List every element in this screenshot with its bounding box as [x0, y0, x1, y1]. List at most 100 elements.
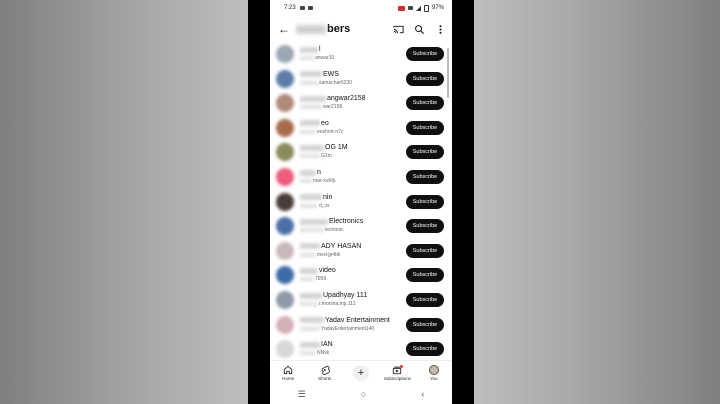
subscriber-handle: 7959: [300, 275, 400, 283]
subscriber-row[interactable]: eo eoshort-n7c Subscribe: [270, 116, 452, 140]
subscriber-name-text: nin: [323, 193, 333, 201]
subscriber-name: ADY HASAN: [300, 242, 400, 251]
subscribe-button[interactable]: Subscribe: [406, 317, 444, 332]
nav-home[interactable]: Home: [272, 365, 304, 381]
subscriber-handle: YadavEntertainment140: [300, 325, 400, 333]
handle-blur: [300, 129, 316, 134]
name-blur: [300, 71, 322, 78]
subscriber-row[interactable]: IAN NNsk Subscribe: [270, 337, 452, 361]
avatar[interactable]: [276, 340, 294, 359]
subscribe-button[interactable]: Subscribe: [406, 194, 444, 209]
subscriber-name-text: angwar2158: [327, 95, 366, 103]
notification-dot: [400, 364, 404, 368]
title-blur: [296, 24, 326, 34]
handle-blur: [300, 203, 318, 208]
subscriber-handle-text: r.monina.mp.111: [319, 301, 356, 307]
nav-create[interactable]: +: [345, 364, 377, 381]
subscribe-button[interactable]: Subscribe: [406, 47, 444, 61]
subscriber-info: n mar-xu6fp: [300, 168, 400, 185]
handle-blur: [300, 56, 314, 60]
subscriber-handle: d_vs: [300, 202, 400, 210]
name-blur: [300, 341, 320, 348]
subscriber-name-text: Upadhyay 111: [323, 292, 368, 299]
subscriber-name-text: Yadav Entertainment: [325, 316, 390, 324]
bottom-navigation: Home Shorts + Subscriptions You: [270, 360, 452, 384]
subscribe-button[interactable]: Subscribe: [406, 342, 444, 357]
subscriber-row[interactable]: EWS samachar6230 Subscribe: [270, 67, 452, 91]
subscriber-name: angwar2158: [300, 94, 400, 103]
subscribe-button[interactable]: Subscribe: [406, 145, 444, 160]
subscriber-name: Yadav Entertainment: [300, 316, 400, 325]
more-vert-icon[interactable]: [435, 24, 446, 35]
subscribe-button[interactable]: Subscribe: [406, 120, 444, 135]
subscriber-row[interactable]: Electronics lectronic Subscribe: [270, 214, 452, 238]
subscriber-name: Electronics: [300, 217, 400, 226]
recents-icon[interactable]: ☰: [298, 389, 306, 400]
subscribe-button[interactable]: Subscribe: [406, 268, 444, 283]
subscriber-info: nin d_vs: [300, 193, 400, 210]
subscriber-row[interactable]: l anwar10 Subscribe: [270, 42, 452, 66]
subscriber-row[interactable]: Yadav Entertainment YadavEntertainment140…: [270, 313, 452, 337]
subscriber-row[interactable]: n mar-xu6fp Subscribe: [270, 165, 452, 189]
subscriber-handle-text: lectronic: [325, 227, 344, 234]
home-circle-icon[interactable]: ○: [361, 389, 366, 399]
nav-subscriptions[interactable]: Subscriptions: [381, 364, 413, 381]
subscriber-row[interactable]: video 7959 Subscribe: [270, 263, 452, 287]
search-icon[interactable]: [414, 24, 425, 35]
avatar[interactable]: [276, 217, 294, 236]
subscriber-handle-text: NNsk: [317, 350, 330, 357]
subscriber-row[interactable]: ADY HASAN med-jp4bk Subscribe: [270, 239, 452, 263]
handle-blur: [300, 80, 318, 85]
subscriber-handle-text: G1m: [321, 153, 332, 160]
subscriber-name: l: [300, 45, 400, 54]
name-blur: [300, 46, 318, 53]
subscriber-info: Yadav Entertainment YadavEntertainment140: [300, 316, 400, 333]
avatar[interactable]: [276, 45, 294, 63]
name-blur: [300, 317, 324, 324]
subscriber-row[interactable]: Upadhyay 111 r.monina.mp.111 Subscribe: [270, 288, 452, 312]
avatar[interactable]: [276, 143, 294, 162]
cast-icon[interactable]: [393, 24, 404, 35]
subscribe-button[interactable]: Subscribe: [406, 293, 444, 307]
subscribe-button[interactable]: Subscribe: [406, 71, 444, 86]
system-back-icon[interactable]: ‹: [421, 389, 424, 399]
avatar[interactable]: [276, 69, 294, 88]
subscriber-name-text: OG 1M: [325, 144, 348, 152]
avatar[interactable]: [276, 241, 294, 260]
avatar[interactable]: [276, 266, 294, 285]
app-bar-actions: [393, 24, 446, 35]
avatar[interactable]: [276, 118, 294, 137]
subscriber-handle: med-jp4bk: [300, 251, 400, 259]
handle-blur: [300, 154, 320, 159]
subscriber-name-text: n: [317, 169, 321, 176]
avatar[interactable]: [276, 168, 294, 186]
avatar[interactable]: [276, 291, 294, 309]
name-blur: [300, 120, 320, 127]
subscribe-button[interactable]: Subscribe: [406, 219, 444, 234]
nav-subscriptions-label: Subscriptions: [383, 375, 411, 381]
avatar[interactable]: [276, 192, 294, 211]
subscriber-handle: mar-xu6fp: [300, 177, 400, 185]
scrollbar[interactable]: [447, 48, 449, 98]
subscriber-handle-text: med-jp4bk: [317, 251, 341, 258]
nav-you[interactable]: You: [418, 364, 450, 381]
subscriber-list: l anwar10 Subscribe EWS samachar6230 Subscrib…: [270, 42, 452, 360]
subscribe-button[interactable]: Subscribe: [406, 170, 444, 184]
status-time: 7:23: [284, 5, 296, 11]
notification-icon: [299, 6, 305, 10]
handle-blur: [300, 302, 318, 306]
name-blur: [300, 95, 326, 102]
subscriber-row[interactable]: nin d_vs Subscribe: [270, 190, 452, 214]
avatar[interactable]: [276, 315, 294, 334]
handle-blur: [300, 228, 324, 233]
nav-shorts[interactable]: Shorts: [309, 365, 341, 381]
avatar[interactable]: [276, 94, 294, 113]
subscribe-button[interactable]: Subscribe: [406, 96, 444, 111]
subscriber-info: video 7959: [300, 266, 400, 283]
video-background-left: [0, 0, 248, 404]
back-arrow-icon[interactable]: ←: [278, 22, 292, 36]
subscriber-row[interactable]: angwar2158 war2158 Subscribe: [270, 91, 452, 115]
subscriber-handle: NNsk: [300, 349, 400, 357]
subscribe-button[interactable]: Subscribe: [406, 243, 444, 258]
subscriber-row[interactable]: OG 1M G1m Subscribe: [270, 140, 452, 164]
